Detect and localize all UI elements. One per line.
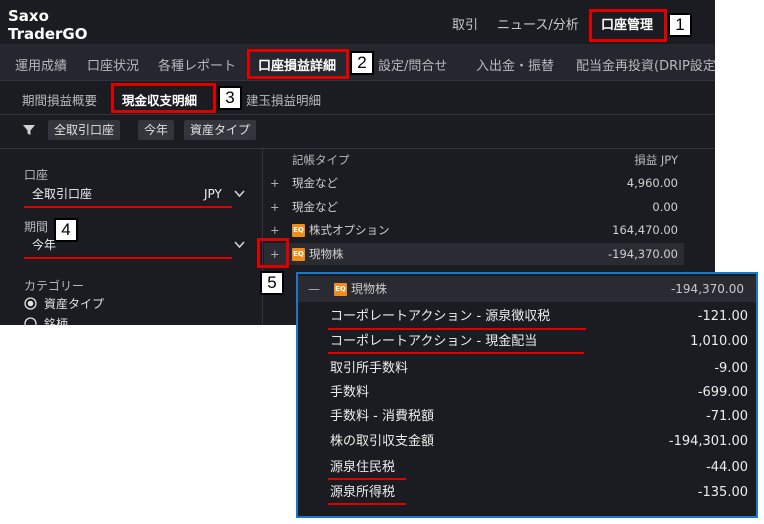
table-row-selected[interactable]: + EQ 現物株 -194,370.00 bbox=[264, 243, 684, 265]
app-logo: Saxo TraderGO bbox=[8, 7, 88, 43]
top-nav-trade[interactable]: 取引 bbox=[452, 14, 478, 33]
row-name: 現金など bbox=[292, 176, 338, 190]
callout-1: 1 bbox=[668, 13, 692, 37]
col-header-pl: 損益 JPY bbox=[634, 153, 678, 167]
tab-position-pl[interactable]: 建玉損益明細 bbox=[246, 90, 321, 109]
period-select-value: 今年 bbox=[32, 238, 57, 252]
radio-icon bbox=[24, 317, 37, 325]
period-label: 期間 bbox=[24, 220, 49, 234]
detail-row: 株の取引収支金額 -194,301.00 bbox=[330, 434, 748, 449]
table-row[interactable]: + EQ 株式オプション 164,470.00 bbox=[264, 219, 684, 241]
row-name: 現金など bbox=[292, 200, 338, 214]
chevron-down-icon bbox=[234, 241, 245, 249]
eq-badge-icon: EQ bbox=[292, 224, 305, 237]
detail-row: 源泉住民税 -44.00 bbox=[330, 460, 748, 475]
callout-3: 3 bbox=[218, 86, 242, 110]
plus-icon[interactable]: + bbox=[270, 196, 280, 218]
radio-symbol-label: 銘柄 bbox=[44, 317, 69, 325]
divider bbox=[0, 114, 715, 115]
popup-header-name: EQ 現物株 bbox=[334, 282, 388, 296]
eq-badge-icon: EQ bbox=[292, 248, 305, 261]
callout-5: 5 bbox=[260, 271, 284, 295]
tab-period-pl[interactable]: 期間損益概要 bbox=[22, 90, 97, 109]
sub-nav-drip[interactable]: 配当金再投資(DRIP設定 bbox=[576, 55, 715, 74]
row-value: 164,470.00 bbox=[612, 223, 678, 237]
account-select[interactable]: 全取引口座 JPY bbox=[24, 183, 252, 205]
row-name-with-icon: EQ 株式オプション bbox=[292, 223, 390, 237]
callout-2: 2 bbox=[350, 51, 374, 75]
chevron-down-icon bbox=[234, 190, 245, 198]
detail-row: コーポレートアクション - 源泉徴収税 -121.00 bbox=[330, 309, 748, 324]
sub-nav-account-status[interactable]: 口座状況 bbox=[87, 55, 139, 74]
callout-4: 4 bbox=[54, 218, 78, 242]
table-row[interactable]: + 現金など 0.00 bbox=[264, 196, 684, 218]
detail-row: 手数料 -699.00 bbox=[330, 385, 748, 400]
row-value: 0.00 bbox=[652, 200, 678, 214]
detail-row: 取引所手数料 -9.00 bbox=[330, 361, 748, 376]
detail-row: コーポレートアクション - 現金配当 1,010.00 bbox=[330, 334, 748, 349]
highlight-underline bbox=[24, 257, 232, 259]
filter-chip-period[interactable]: 今年 bbox=[138, 120, 175, 140]
filter-chip-account[interactable]: 全取引口座 bbox=[48, 120, 121, 140]
detail-popup: — EQ 現物株 -194,370.00 コーポレートアクション - 源泉徴収税 … bbox=[296, 272, 758, 518]
row-value: -194,370.00 bbox=[608, 247, 678, 261]
sub-nav-deposit[interactable]: 入出金・振替 bbox=[476, 55, 554, 74]
sub-nav-reports[interactable]: 各種レポート bbox=[158, 55, 236, 74]
detail-row: 手数料 - 消費税額 -71.00 bbox=[330, 409, 748, 424]
highlight-underline bbox=[328, 352, 584, 354]
top-nav-news[interactable]: ニュース/分析 bbox=[497, 14, 579, 33]
eq-badge-icon: EQ bbox=[334, 283, 347, 296]
sub-nav-performance[interactable]: 運用成績 bbox=[15, 55, 67, 74]
highlight-box-pl-detail bbox=[247, 49, 349, 79]
currency-label: JPY bbox=[204, 187, 222, 201]
account-select-value: 全取引口座 bbox=[32, 187, 93, 201]
col-header-type: 記帳タイプ bbox=[292, 153, 350, 167]
divider bbox=[0, 148, 715, 149]
category-label: カテゴリー bbox=[24, 279, 85, 293]
account-label: 口座 bbox=[24, 168, 49, 182]
highlight-box-cash-detail bbox=[111, 83, 216, 113]
popup-header-value: -194,370.00 bbox=[670, 282, 744, 296]
panel-divider bbox=[262, 149, 263, 325]
radio-selected-icon bbox=[24, 297, 37, 310]
highlight-underline bbox=[328, 503, 406, 505]
highlight-box-expand bbox=[257, 238, 289, 268]
table-row[interactable]: + 現金など 4,960.00 bbox=[264, 172, 684, 194]
highlight-underline bbox=[328, 328, 586, 330]
filter-icon[interactable] bbox=[22, 123, 36, 137]
minus-icon[interactable]: — bbox=[308, 276, 320, 302]
sub-nav-settings[interactable]: 設定/問合せ bbox=[378, 55, 447, 74]
highlight-box-account-mgmt bbox=[589, 9, 667, 42]
popup-header-row[interactable]: — EQ 現物株 -194,370.00 bbox=[298, 276, 756, 302]
highlight-underline bbox=[328, 478, 406, 480]
row-name-with-icon: EQ 現物株 bbox=[292, 247, 344, 261]
radio-asset-type-label: 資産タイプ bbox=[44, 297, 105, 311]
detail-row: 源泉所得税 -135.00 bbox=[330, 485, 748, 500]
row-value: 4,960.00 bbox=[626, 176, 678, 190]
plus-icon[interactable]: + bbox=[270, 172, 280, 194]
highlight-underline bbox=[24, 206, 232, 208]
filter-chip-asset-type[interactable]: 資産タイプ bbox=[184, 120, 257, 140]
